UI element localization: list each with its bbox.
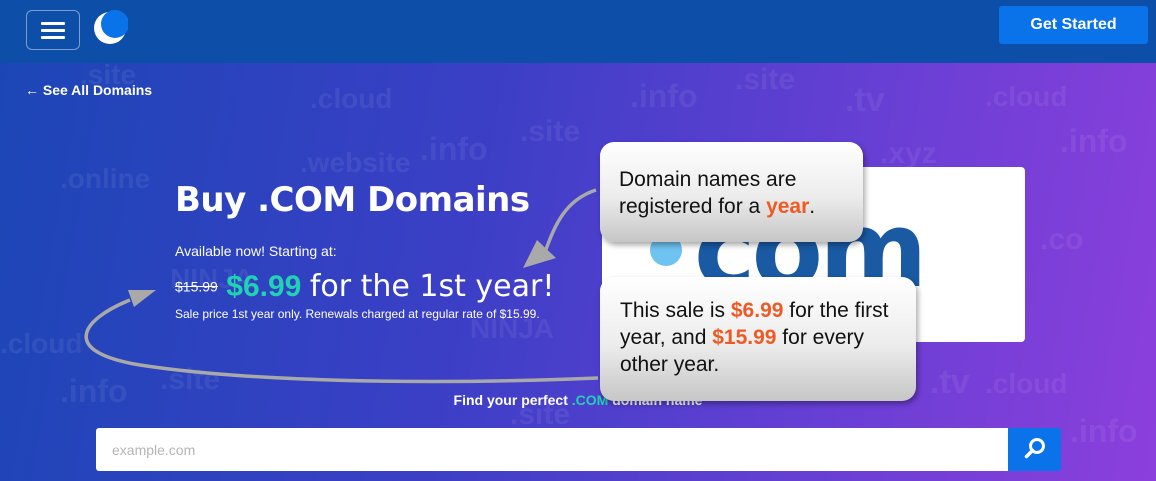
back-link-label: See All Domains <box>42 82 153 98</box>
background-pattern-word: .co <box>1040 223 1084 256</box>
get-started-button[interactable]: Get Started <box>999 6 1148 44</box>
callout-highlight-regular-price: $15.99 <box>712 326 777 349</box>
search-label: Find your perfect .COM domain name <box>0 392 1156 408</box>
background-pattern-word: .info <box>630 78 698 114</box>
hamburger-line <box>41 22 65 25</box>
domain-search-input[interactable] <box>96 428 1008 471</box>
search-icon <box>1024 438 1045 459</box>
availability-text: Available now! Starting at: <box>175 243 337 259</box>
regular-price: $15.99 <box>175 278 218 295</box>
crescent-moon-logo-icon[interactable] <box>92 10 128 46</box>
background-pattern-word: .tv <box>845 81 885 119</box>
background-pattern-word: .website <box>300 147 411 178</box>
callout-highlight-year: year <box>766 195 810 218</box>
background-pattern-word: .xyz <box>880 137 937 170</box>
background-pattern-word: .cloud <box>0 328 83 359</box>
see-all-domains-link[interactable]: ← See All Domains <box>25 82 152 98</box>
sale-note: Sale price 1st year only. Renewals charg… <box>175 307 540 321</box>
top-nav-bar: Get Started <box>0 0 1156 63</box>
annotation-callout-price: This sale is $6.99 for the first year, a… <box>600 277 916 401</box>
callout-highlight-sale-price: $6.99 <box>730 299 784 322</box>
callout-text: This sale is <box>620 299 731 322</box>
hero-section: .site .cloud .info .site .tv .cloud .inf… <box>0 63 1156 481</box>
background-pattern-word: .info <box>420 131 488 167</box>
background-pattern-word: .cloud <box>310 83 393 114</box>
background-pattern-word: .info <box>1070 413 1138 449</box>
callout-text: . <box>809 195 816 218</box>
menu-button[interactable] <box>26 10 80 50</box>
search-label-before: Find your perfect <box>453 392 572 408</box>
page-title: Buy .COM Domains <box>175 180 530 220</box>
background-pattern-word: .site <box>520 115 581 148</box>
price-suffix: for the 1st year! <box>309 269 555 304</box>
background-pattern-word: .site <box>735 63 796 96</box>
hamburger-line <box>41 29 65 32</box>
annotation-callout-year: Domain names are registered for a year. <box>600 142 863 242</box>
background-pattern-word: .info <box>1060 123 1128 159</box>
background-pattern-word: .cloud <box>985 81 1068 112</box>
hamburger-line <box>41 36 65 39</box>
sale-price: $6.99 <box>226 269 302 303</box>
search-button[interactable] <box>1008 428 1061 471</box>
background-pattern-word: .online <box>60 163 151 194</box>
arrow-left-icon: ← <box>25 82 43 98</box>
price-row: $15.99 $6.99 for the 1st year! <box>175 269 554 304</box>
